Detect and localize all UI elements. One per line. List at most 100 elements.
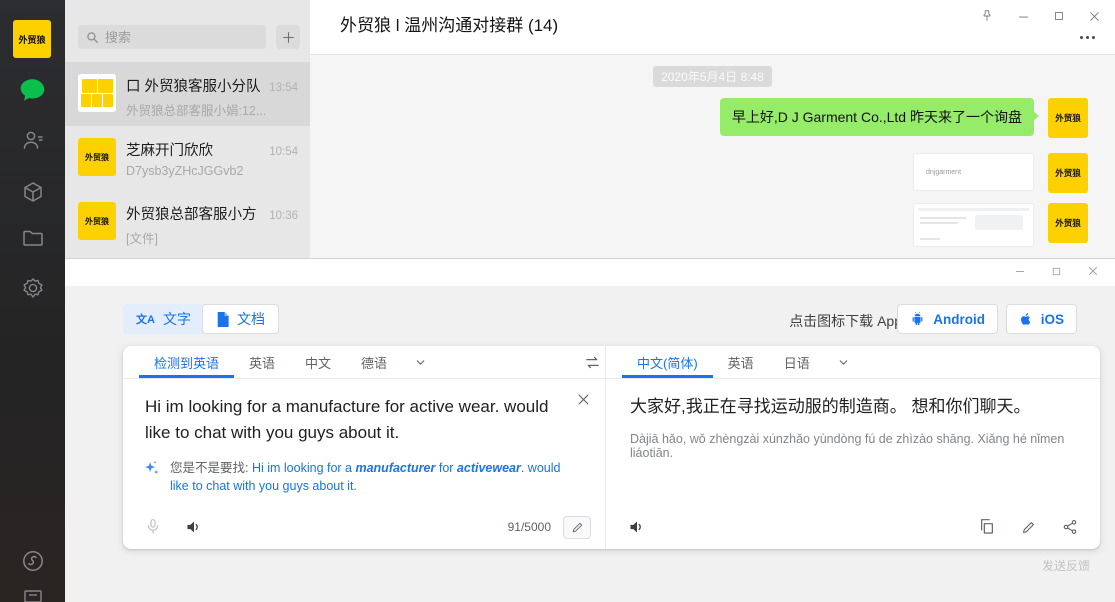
nav-workbench-item[interactable] — [0, 590, 65, 602]
message-image-thumbnail[interactable]: dnjgarment — [913, 153, 1034, 191]
monitor-icon — [24, 590, 42, 602]
ios-download-button[interactable]: iOS — [1006, 304, 1077, 334]
plus-icon — [282, 31, 295, 44]
avatar-label: 外贸狼 — [1055, 112, 1081, 124]
date-stamp: 2020年5月4日 8:48 — [653, 66, 772, 87]
tab-chinese[interactable]: 中文 — [290, 346, 346, 378]
thumbnail-decoration — [920, 222, 958, 224]
nav-chat-item[interactable] — [0, 78, 65, 103]
message-row: 早上好,D J Garment Co.,Ltd 昨天来了一个询盘 外贸狼 — [310, 98, 1115, 138]
tab-detected-language[interactable]: 检测到英语 — [139, 346, 234, 378]
chat-bubble-icon — [19, 78, 46, 103]
android-label: Android — [933, 312, 985, 327]
chat-header: 外贸狼 l 温州沟通对接群 (14) — [310, 0, 1115, 55]
close-icon[interactable] — [1087, 265, 1099, 277]
message-row: 外贸狼 — [310, 203, 1115, 247]
avatar-label: 外贸狼 — [1055, 167, 1081, 179]
copy-icon[interactable] — [979, 518, 995, 536]
tab-english[interactable]: 英语 — [713, 346, 769, 378]
pinyin-transliteration: Dàjiā hǎo, wǒ zhèngzài xúnzhǎo yùndòng f… — [630, 432, 1070, 460]
microphone-icon[interactable] — [145, 518, 161, 536]
send-feedback-link[interactable]: 发送反馈 — [1042, 557, 1090, 574]
tab-german[interactable]: 德语 — [346, 346, 402, 378]
link-circle-icon — [20, 548, 46, 574]
tab-japanese[interactable]: 日语 — [769, 346, 825, 378]
chat-title: 外贸狼 l 温州沟通对接群 (14) — [340, 0, 558, 52]
contacts-icon — [21, 128, 45, 152]
chevron-down-icon[interactable] — [825, 346, 862, 378]
chat-more-button[interactable] — [1080, 36, 1095, 39]
nav-link-item[interactable] — [0, 548, 65, 574]
nav-contacts-item[interactable] — [0, 128, 65, 152]
sparkle-icon — [143, 459, 160, 495]
group-avatar — [78, 74, 116, 112]
suggestion-correction[interactable]: manufacturer — [355, 461, 435, 475]
thumbnail-decoration — [975, 215, 1023, 230]
translator-window-controls — [1014, 265, 1099, 277]
share-icon[interactable] — [1062, 519, 1078, 535]
sender-avatar[interactable]: 外贸狼 — [1048, 98, 1088, 138]
mode-document-button[interactable]: 文档 — [202, 304, 279, 334]
maximize-icon[interactable] — [1051, 266, 1062, 277]
chat-item-title: 芝麻开门欣欣 — [126, 139, 263, 160]
translator-window: 文A 文字 文档 点击图标下载 App Android iOS 检测到英语 英语… — [65, 258, 1115, 602]
source-text-input[interactable]: Hi im looking for a manufacture for acti… — [145, 394, 563, 445]
source-pane: 检测到英语 英语 中文 德语 Hi im looking for a manuf… — [123, 346, 605, 549]
message-bubble[interactable]: 早上好,D J Garment Co.,Ltd 昨天来了一个询盘 — [720, 98, 1034, 136]
suggestion-text: 您是不是要找: Hi im looking for a manufacturer… — [170, 459, 581, 495]
minimize-icon[interactable] — [1017, 10, 1030, 23]
maximize-icon[interactable] — [1053, 10, 1065, 22]
chat-list-item-xiaofang[interactable]: 外贸狼 外贸狼总部客服小方 10:36 [文件] — [65, 190, 310, 254]
source-language-tabs: 检测到英语 英语 中文 德语 — [123, 346, 605, 379]
window-controls — [980, 9, 1101, 23]
thumbnail-decoration — [918, 208, 1029, 211]
clear-text-icon[interactable] — [576, 392, 591, 407]
add-chat-button[interactable] — [276, 25, 300, 49]
search-box[interactable] — [78, 25, 266, 49]
nav-products-item[interactable] — [0, 180, 65, 204]
suggestion-part: Hi im looking for a — [252, 461, 356, 475]
app-logo-label: 外贸狼 — [18, 33, 45, 46]
chat-list-item-kefu-team[interactable]: 口 外贸狼客服小分队 13:54 外贸狼总部客服小娟:12... — [65, 62, 310, 126]
listen-source-icon[interactable] — [185, 519, 203, 535]
tab-chinese-simplified[interactable]: 中文(简体) — [622, 346, 713, 378]
chat-message-area: 2020年5月4日 8:48 早上好,D J Garment Co.,Ltd 昨… — [310, 56, 1115, 258]
nav-files-item[interactable] — [0, 227, 65, 249]
nav-apps-item[interactable] — [0, 276, 65, 300]
chat-list: 口 外贸狼客服小分队 13:54 外贸狼总部客服小娟:12... 外贸狼 芝麻开… — [65, 62, 310, 254]
thumbnail-caption: dnjgarment — [926, 169, 961, 176]
app-sidebar: 外贸狼 — [0, 0, 65, 602]
listen-target-icon[interactable] — [628, 519, 646, 535]
brand-avatar: 外贸狼 — [78, 138, 116, 176]
suggestion-part: for — [435, 461, 457, 475]
search-input[interactable] — [105, 30, 258, 45]
pin-icon[interactable] — [980, 9, 994, 23]
edit-button[interactable] — [563, 516, 591, 539]
message-row: dnjgarment 外贸狼 — [310, 153, 1115, 193]
suggestion-correction[interactable]: activewear — [457, 461, 521, 475]
mode-text-button[interactable]: 文A 文字 — [123, 304, 204, 334]
sender-avatar[interactable]: 外贸狼 — [1048, 153, 1088, 193]
thumbnail-decoration — [920, 238, 940, 240]
edit-translation-icon[interactable] — [1021, 520, 1036, 535]
translated-text: 大家好,我正在寻找运动服的制造商。 想和你们聊天。 — [630, 394, 1070, 420]
spellcheck-suggestion[interactable]: 您是不是要找: Hi im looking for a manufacturer… — [143, 459, 581, 495]
chat-item-preview: D7ysb3yZHcJGGvb2 — [126, 164, 298, 178]
brand-avatar: 外贸狼 — [78, 202, 116, 240]
swap-languages-icon[interactable] — [584, 346, 601, 378]
chevron-down-icon[interactable] — [402, 346, 439, 378]
close-icon[interactable] — [1088, 10, 1101, 23]
character-count: 91/5000 — [508, 520, 551, 534]
sender-avatar[interactable]: 外贸狼 — [1048, 203, 1088, 243]
chat-item-preview: 外贸狼总部客服小娟:12... — [126, 100, 298, 119]
chat-list-item-xinxin[interactable]: 外贸狼 芝麻开门欣欣 10:54 D7ysb3yZHcJGGvb2 — [65, 126, 310, 190]
chat-item-time: 10:36 — [269, 210, 298, 222]
translator-titlebar — [65, 259, 1115, 286]
android-download-button[interactable]: Android — [897, 304, 998, 334]
cube-icon — [21, 180, 45, 204]
tab-english[interactable]: 英语 — [234, 346, 290, 378]
chat-item-preview: [文件] — [126, 228, 298, 247]
message-image-thumbnail[interactable] — [913, 203, 1034, 247]
app-logo[interactable]: 外贸狼 — [13, 20, 51, 58]
minimize-icon[interactable] — [1014, 265, 1026, 277]
